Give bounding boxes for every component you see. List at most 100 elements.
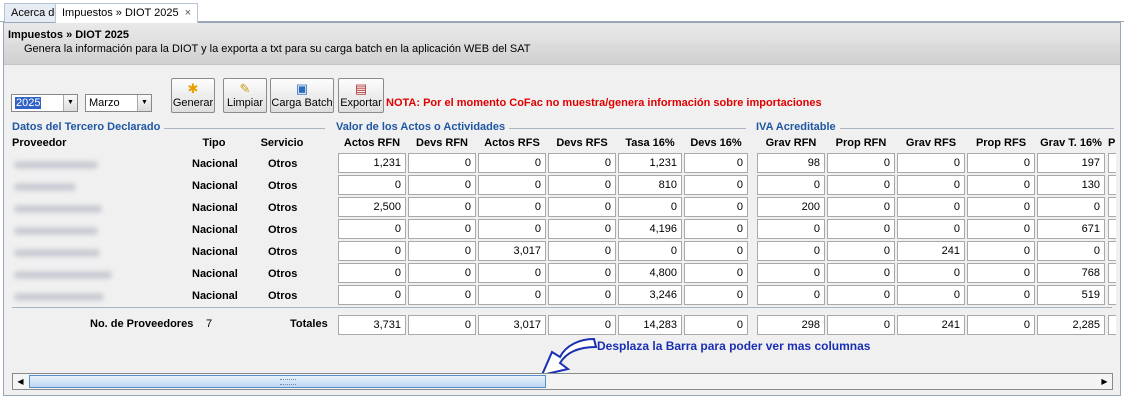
chevron-down-icon[interactable]: ▼ <box>137 95 151 111</box>
value-cell[interactable] <box>1108 263 1116 283</box>
value-cell[interactable]: 0 <box>967 153 1035 173</box>
value-cell[interactable]: 98 <box>757 153 825 173</box>
value-cell[interactable]: 0 <box>618 241 682 261</box>
value-cell[interactable]: 0 <box>548 153 616 173</box>
value-cell[interactable]: 197 <box>1037 153 1105 173</box>
value-cell[interactable]: 0 <box>897 263 965 283</box>
value-cell[interactable]: 0 <box>684 153 748 173</box>
value-cell[interactable]: 0 <box>548 241 616 261</box>
total-cell[interactable]: 3,017 <box>478 315 546 335</box>
value-cell[interactable]: 0 <box>408 153 476 173</box>
total-cell[interactable]: 3,731 <box>338 315 406 335</box>
value-cell[interactable]: 1,231 <box>618 153 682 173</box>
value-cell[interactable]: 0 <box>827 219 895 239</box>
value-cell[interactable]: 519 <box>1037 285 1105 305</box>
total-cell[interactable] <box>1108 315 1116 335</box>
value-cell[interactable]: 0 <box>967 263 1035 283</box>
value-cell[interactable]: 0 <box>1037 241 1105 261</box>
value-cell[interactable]: 671 <box>1037 219 1105 239</box>
chevron-down-icon[interactable]: ▼ <box>63 95 77 111</box>
value-cell[interactable]: 0 <box>408 197 476 217</box>
value-cell[interactable] <box>1108 285 1116 305</box>
value-cell[interactable]: 200 <box>757 197 825 217</box>
value-cell[interactable]: 0 <box>897 197 965 217</box>
generar-button[interactable]: ✱ Generar <box>171 78 215 113</box>
value-cell[interactable]: 0 <box>827 263 895 283</box>
value-cell[interactable] <box>1108 241 1116 261</box>
value-cell[interactable]: 0 <box>548 263 616 283</box>
value-cell[interactable]: 0 <box>684 241 748 261</box>
value-cell[interactable]: 0 <box>478 153 546 173</box>
value-cell[interactable]: 3,246 <box>618 285 682 305</box>
value-cell[interactable]: 0 <box>684 219 748 239</box>
value-cell[interactable]: 0 <box>757 241 825 261</box>
value-cell[interactable]: 0 <box>967 219 1035 239</box>
value-cell[interactable]: 0 <box>548 197 616 217</box>
value-cell[interactable] <box>1108 153 1116 173</box>
value-cell[interactable]: 0 <box>897 153 965 173</box>
value-cell[interactable]: 0 <box>684 263 748 283</box>
limpiar-button[interactable]: ✎ Limpiar <box>223 78 267 113</box>
value-cell[interactable]: 1,231 <box>338 153 406 173</box>
value-cell[interactable]: 4,196 <box>618 219 682 239</box>
value-cell[interactable]: 0 <box>684 285 748 305</box>
value-cell[interactable]: 0 <box>827 197 895 217</box>
value-cell[interactable]: 0 <box>897 285 965 305</box>
value-cell[interactable]: 0 <box>338 175 406 195</box>
value-cell[interactable]: 241 <box>897 241 965 261</box>
value-cell[interactable]: 0 <box>478 175 546 195</box>
total-cell[interactable]: 14,283 <box>618 315 682 335</box>
value-cell[interactable]: 0 <box>408 241 476 261</box>
value-cell[interactable]: 0 <box>548 219 616 239</box>
value-cell[interactable]: 0 <box>757 263 825 283</box>
value-cell[interactable]: 0 <box>967 241 1035 261</box>
value-cell[interactable]: 0 <box>827 241 895 261</box>
value-cell[interactable]: 0 <box>757 285 825 305</box>
exportar-button[interactable]: ▤ Exportar <box>338 78 384 113</box>
value-cell[interactable] <box>1108 175 1116 195</box>
total-cell[interactable]: 241 <box>897 315 965 335</box>
value-cell[interactable]: 0 <box>478 263 546 283</box>
value-cell[interactable]: 0 <box>967 285 1035 305</box>
value-cell[interactable]: 0 <box>548 285 616 305</box>
value-cell[interactable]: 0 <box>1037 197 1105 217</box>
scroll-left-icon[interactable]: ◀ <box>13 374 28 389</box>
value-cell[interactable]: 768 <box>1037 263 1105 283</box>
scroll-thumb[interactable] <box>29 375 546 388</box>
year-select[interactable]: 2025 ▼ <box>11 94 78 112</box>
value-cell[interactable]: 0 <box>618 197 682 217</box>
value-cell[interactable]: 0 <box>338 285 406 305</box>
total-cell[interactable]: 0 <box>827 315 895 335</box>
value-cell[interactable]: 0 <box>478 285 546 305</box>
value-cell[interactable]: 0 <box>408 175 476 195</box>
value-cell[interactable]: 0 <box>757 175 825 195</box>
value-cell[interactable]: 4,800 <box>618 263 682 283</box>
value-cell[interactable]: 810 <box>618 175 682 195</box>
total-cell[interactable]: 0 <box>408 315 476 335</box>
value-cell[interactable]: 0 <box>408 285 476 305</box>
value-cell[interactable]: 0 <box>408 219 476 239</box>
month-select[interactable]: Marzo ▼ <box>85 94 152 112</box>
value-cell[interactable]: 130 <box>1037 175 1105 195</box>
value-cell[interactable]: 0 <box>827 285 895 305</box>
total-cell[interactable]: 0 <box>548 315 616 335</box>
scroll-right-icon[interactable]: ▶ <box>1097 374 1112 389</box>
total-cell[interactable]: 298 <box>757 315 825 335</box>
horizontal-scrollbar[interactable]: ◀ ▶ <box>12 373 1113 390</box>
value-cell[interactable]: 0 <box>338 263 406 283</box>
value-cell[interactable]: 0 <box>967 197 1035 217</box>
total-cell[interactable]: 2,285 <box>1037 315 1105 335</box>
tab-diot[interactable]: Impuestos » DIOT 2025 × <box>55 3 199 23</box>
value-cell[interactable]: 0 <box>684 175 748 195</box>
value-cell[interactable]: 0 <box>897 175 965 195</box>
value-cell[interactable]: 0 <box>897 219 965 239</box>
value-cell[interactable]: 0 <box>478 197 546 217</box>
total-cell[interactable]: 0 <box>684 315 748 335</box>
value-cell[interactable] <box>1108 197 1116 217</box>
value-cell[interactable]: 0 <box>548 175 616 195</box>
value-cell[interactable] <box>1108 219 1116 239</box>
value-cell[interactable]: 0 <box>338 241 406 261</box>
value-cell[interactable]: 0 <box>827 153 895 173</box>
value-cell[interactable]: 0 <box>827 175 895 195</box>
value-cell[interactable]: 3,017 <box>478 241 546 261</box>
